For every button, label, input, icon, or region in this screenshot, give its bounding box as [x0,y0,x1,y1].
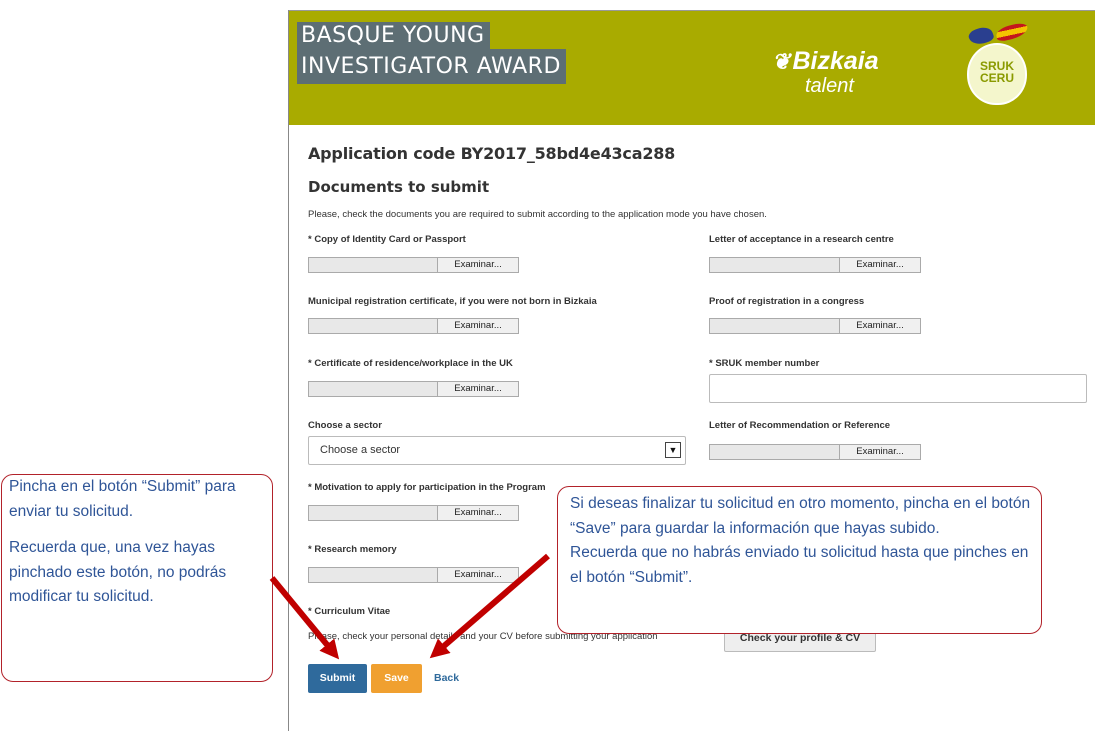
arrow-to-save [429,553,550,659]
pointer-arrows [269,553,550,660]
arrow-to-submit [269,576,340,660]
